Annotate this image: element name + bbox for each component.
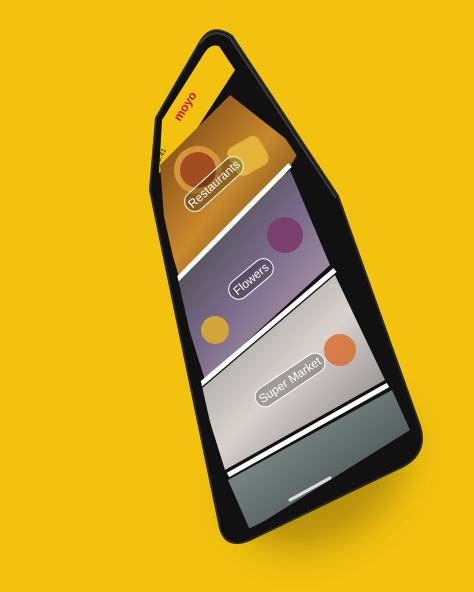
cart-icon (324, 334, 356, 366)
phone-mockup: moyo 9:41 Restaurants Flowers Super Mark… (148, 29, 423, 544)
flower-icon (267, 217, 303, 253)
scene: moyo 9:41 Restaurants Flowers Super Mark… (0, 0, 474, 592)
